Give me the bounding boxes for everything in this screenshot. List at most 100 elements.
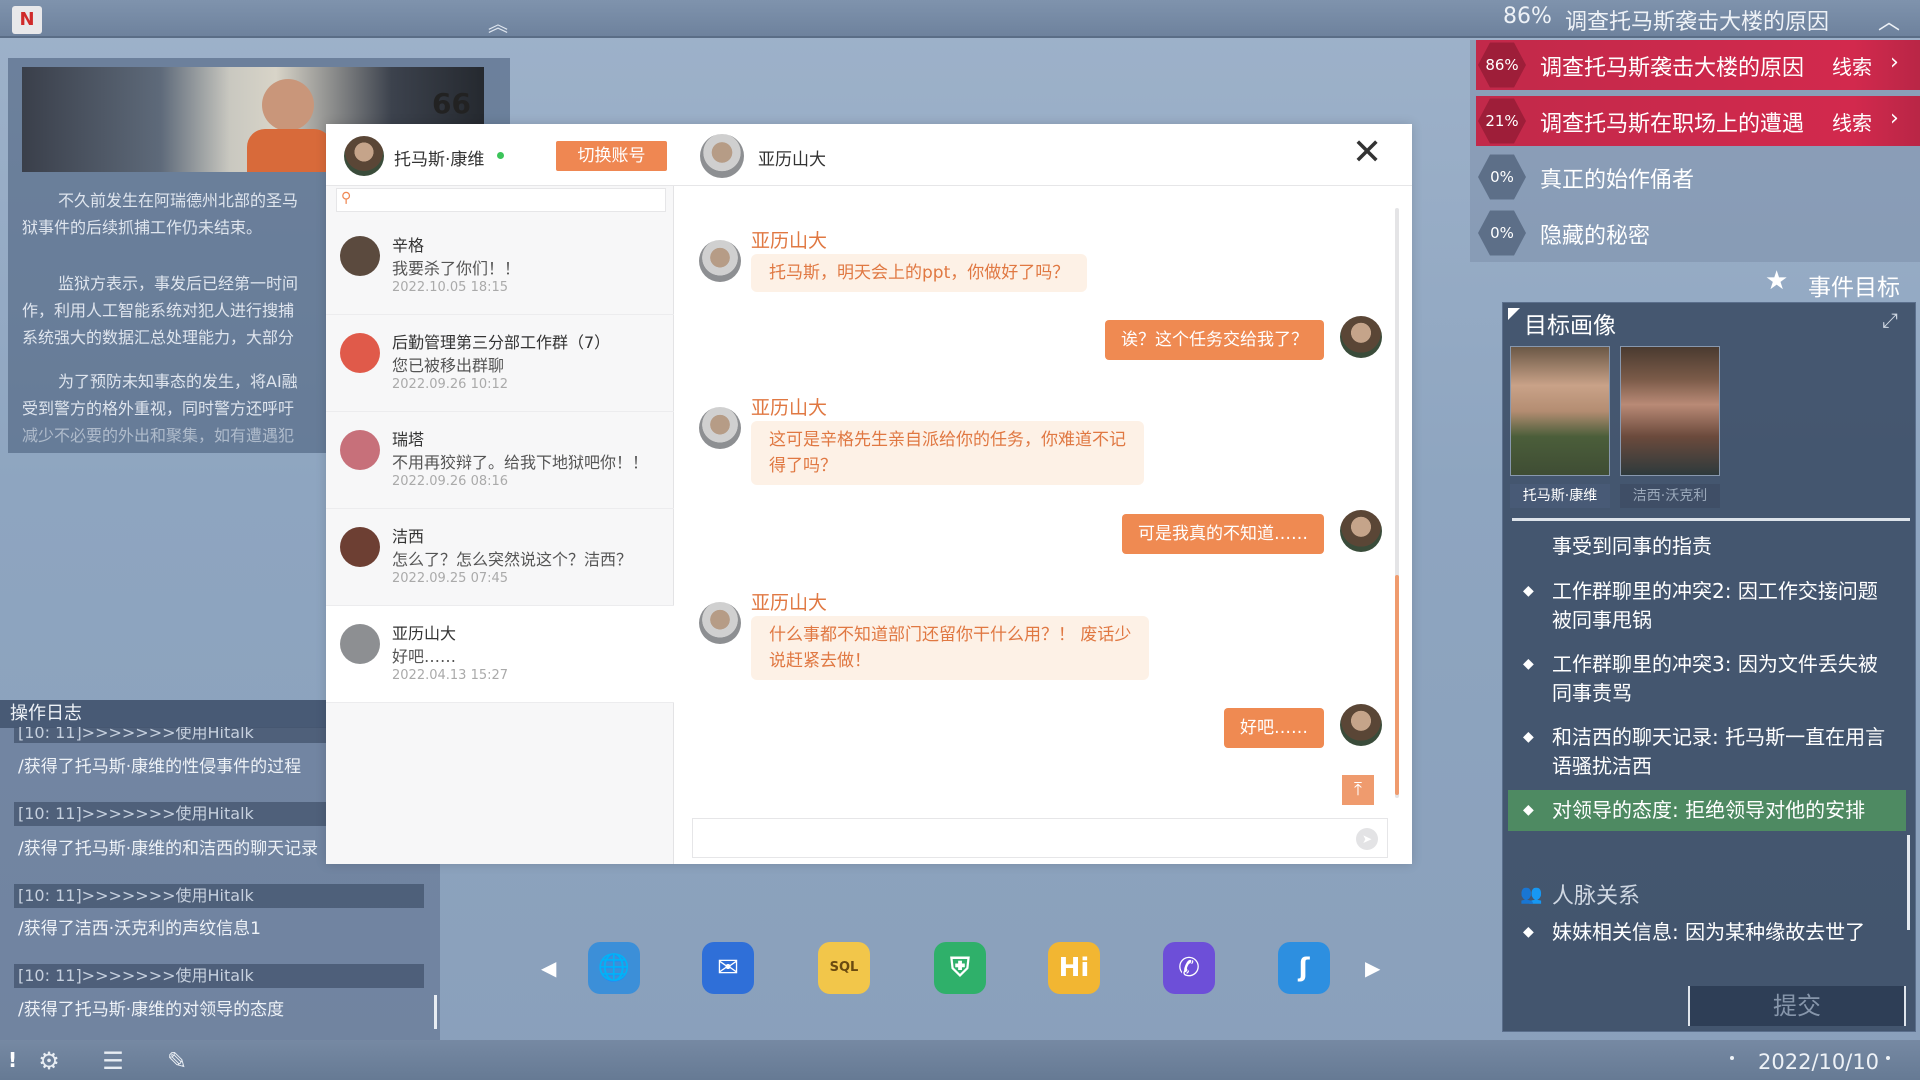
mail-icon[interactable]: ✉ — [702, 942, 754, 994]
contact-search-input[interactable] — [336, 188, 666, 212]
log-scrollbar[interactable] — [434, 995, 437, 1029]
contact-name: 辛格 — [392, 236, 425, 255]
task-title[interactable]: 真正的始作俑者 — [1540, 162, 1694, 194]
log-entry-text: /获得了托马斯·康维的性侵事件的过程 — [18, 757, 302, 777]
portrait-label-thomas[interactable]: 托马斯·康维 — [1510, 484, 1610, 508]
relation-clue-item[interactable]: 妹妹相关信息: 因为某种缘故去世了 — [1508, 918, 1906, 947]
message-line: 诶？这个任务交给我了？ — [1121, 330, 1308, 350]
portrait-thomas[interactable] — [1510, 346, 1610, 476]
sql-file-icon[interactable]: SQL — [818, 942, 870, 994]
contact-avatar — [340, 236, 380, 276]
star-icon: ★ — [1765, 266, 1789, 296]
target-scrollbar[interactable] — [1907, 835, 1910, 930]
shield-icon[interactable]: ⛨ — [934, 942, 986, 994]
relations-section-title[interactable]: 人脉关系 — [1552, 878, 1640, 910]
my-message-avatar — [1340, 316, 1382, 358]
switch-account-button[interactable]: 切换账号 — [556, 141, 667, 171]
peer-message-bubble: 什么事都不知道部门还留你干什么用？！ 废话少 说赶紧去做！ — [751, 616, 1150, 680]
app-logo-icon[interactable]: N — [12, 6, 42, 34]
contact-name: 洁西 — [392, 527, 425, 546]
contact-last-message: 好吧…… — [392, 647, 457, 666]
contact-last-message: 您已被移出群聊 — [392, 356, 505, 375]
my-message-bubble: 好吧…… — [1224, 708, 1324, 748]
contact-last-message: 我要杀了你们！！ — [392, 259, 521, 278]
browser-icon[interactable]: 🌐 — [588, 942, 640, 994]
task-title[interactable]: 调查托马斯在职场上的遭遇 — [1540, 106, 1804, 138]
phone-icon[interactable]: ✆ — [1163, 942, 1215, 994]
task-collapse-chevron-icon[interactable]: ︿ — [1878, 4, 1900, 36]
expand-icon[interactable]: ⤢ — [1882, 308, 1898, 332]
clue-item[interactable]: 事受到同事的指责 — [1508, 532, 1906, 561]
clue-item[interactable]: 对领导的态度: 拒绝领导对他的安排 — [1508, 790, 1906, 831]
dock-next-arrow-icon[interactable]: ▶ — [1365, 956, 1380, 980]
log-entry-time: [10: 11]>>>>>>>使用Hitalk — [14, 964, 424, 988]
log-entry-time: [10: 11]>>>>>>>使用Hitalk — [14, 884, 424, 908]
contact-timestamp: 2022.09.25 07:45 — [392, 571, 509, 586]
contact-name: 亚历山大 — [392, 624, 457, 643]
target-profile-title: 目标画像 — [1524, 313, 1616, 339]
date-dot-icon — [1730, 1056, 1734, 1060]
date-dot-icon — [1886, 1056, 1890, 1060]
contact-list-item[interactable] — [326, 606, 674, 703]
conversation-scrollbar-thumb[interactable] — [1395, 575, 1399, 795]
chevron-right-icon[interactable]: › — [1890, 50, 1899, 75]
portrait-jessie[interactable] — [1620, 346, 1720, 476]
message-line: 这可是辛格先生亲自派给你的任务，你难道不记 — [769, 430, 1126, 450]
peer-message-avatar — [699, 602, 741, 644]
contact-last-message: 不用再狡辩了。给我下地狱吧你！！ — [392, 453, 649, 472]
peer-message-bubble: 这可是辛格先生亲自派给你的任务，你难道不记 得了吗？ — [751, 421, 1144, 485]
my-message-avatar — [1340, 510, 1382, 552]
portrait-label-jessie[interactable]: 洁西·沃克利 — [1620, 484, 1720, 508]
corner-marker-icon — [1508, 308, 1520, 320]
close-icon[interactable]: ✕ — [1352, 135, 1382, 171]
mugshot-number: 66 — [432, 87, 471, 120]
notes-edit-icon[interactable]: ✎ — [154, 1046, 200, 1076]
clue-item[interactable]: 和洁西的聊天记录: 托马斯一直在用言语骚扰洁西 — [1508, 723, 1906, 781]
contact-timestamp: 2022.09.26 08:16 — [392, 474, 509, 489]
hook-icon[interactable]: ʃ — [1278, 942, 1330, 994]
contact-timestamp: 2022.04.13 15:27 — [392, 668, 509, 683]
peer-message-avatar — [699, 240, 741, 282]
message-line: 好吧…… — [1240, 718, 1308, 738]
log-entry-text: /获得了托马斯·康维的对领导的态度 — [18, 1000, 285, 1020]
dock-prev-arrow-icon[interactable]: ◀ — [541, 956, 556, 980]
my-message-avatar — [1340, 704, 1382, 746]
peer-message-avatar — [699, 407, 741, 449]
task-clue-link[interactable]: 线索 — [1832, 107, 1872, 136]
send-icon[interactable]: ➤ — [1356, 828, 1378, 850]
collapse-chevron-icon[interactable]: ︽ — [488, 8, 508, 37]
top-task-title[interactable]: 调查托马斯袭击大楼的原因 — [1565, 4, 1829, 36]
my-avatar — [344, 136, 384, 176]
contact-last-message: 怎么了？怎么突然说这个？洁西？ — [392, 550, 633, 569]
bullet-icon: ◆ — [1523, 656, 1534, 672]
contact-avatar — [340, 430, 380, 470]
peer-message-bubble: 托马斯，明天会上的ppt，你做好了吗？ — [751, 254, 1088, 292]
clue-item[interactable]: 工作群聊里的冲突2: 因工作交接问题被同事甩锅 — [1508, 577, 1906, 635]
contact-timestamp: 2022.10.05 18:15 — [392, 280, 509, 295]
task-clue-link[interactable]: 线索 — [1832, 51, 1872, 80]
task-list-icon[interactable]: ☰ — [90, 1046, 136, 1076]
task-title[interactable]: 隐藏的秘密 — [1540, 218, 1650, 250]
my-message-bubble: 可是我真的不知道…… — [1122, 514, 1324, 554]
peer-message-name: 亚历山大 — [751, 592, 828, 614]
clue-item[interactable]: 工作群聊里的冲突3: 因为文件丢失被同事责骂 — [1508, 650, 1906, 708]
chevron-right-icon[interactable]: › — [1890, 106, 1899, 131]
bullet-icon: ◆ — [1523, 802, 1534, 818]
settings-gear-icon[interactable]: ⚙ — [26, 1046, 72, 1076]
task-title[interactable]: 调查托马斯袭击大楼的原因 — [1540, 50, 1804, 82]
message-line: 说赶紧去做！ — [769, 651, 871, 671]
account-name: 托马斯·康维 — [394, 150, 485, 170]
message-line: 得了吗？ — [769, 456, 837, 476]
contact-avatar — [340, 333, 380, 373]
article-paragraph-2: 监狱方表示，事发后已经第一时间 作，利用人工智能系统对犯人进行搜捕 系统强大的数据汇… — [22, 274, 299, 347]
submit-button[interactable]: 提交 — [1688, 986, 1906, 1026]
article-paragraph-1: 不久前发生在阿瑞德州北部的圣马 狱事件的后续抓捕工作仍未结束。 — [22, 191, 299, 237]
bullet-icon: ◆ — [1523, 583, 1534, 599]
scroll-to-top-button[interactable]: ⤒ — [1342, 775, 1374, 805]
hitalk-icon[interactable]: Hi — [1048, 942, 1100, 994]
alert-icon[interactable]: ! — [8, 1048, 17, 1072]
search-icon: ⚲ — [341, 190, 352, 206]
bullet-icon: ◆ — [1523, 729, 1534, 745]
message-input[interactable] — [692, 818, 1388, 858]
event-goal-label[interactable]: 事件目标 — [1808, 268, 1900, 302]
